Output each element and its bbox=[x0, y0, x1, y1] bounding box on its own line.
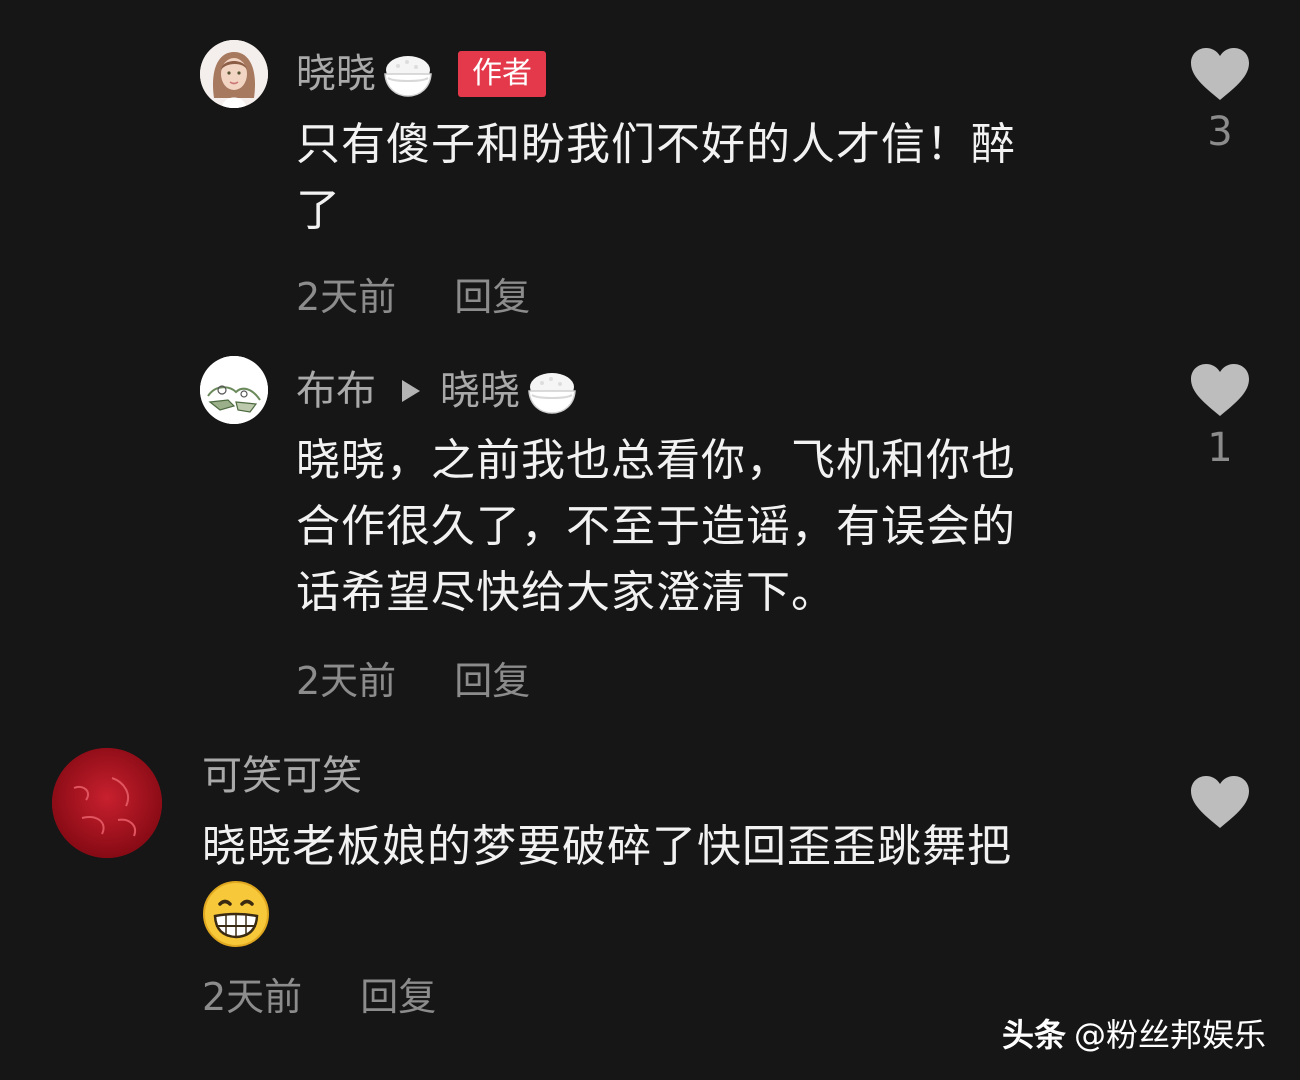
comment-time: 2天前 bbox=[202, 975, 303, 1019]
reply-button[interactable]: 回复 bbox=[360, 966, 436, 1021]
comment-3: 可笑可笑 晓晓老板娘的梦要破碎了快回歪歪跳舞把 2天前 回复 bbox=[0, 0, 1300, 1040]
comment-text: 晓晓老板娘的梦要破碎了快回歪歪跳舞把 bbox=[202, 814, 1142, 950]
username[interactable]: 可笑可笑 bbox=[202, 746, 362, 806]
heart-icon bbox=[1191, 776, 1249, 828]
comment-header: 可笑可笑 bbox=[202, 746, 362, 806]
watermark-account: @粉丝邦娱乐 bbox=[1073, 1016, 1266, 1054]
comment-text-line: 晓晓老板娘的梦要破碎了快回歪歪跳舞把 bbox=[202, 821, 1012, 872]
comment-meta: 2天前 回复 bbox=[202, 966, 436, 1021]
grinning-face-emoji bbox=[202, 880, 270, 967]
red-fu-icon bbox=[52, 748, 162, 858]
watermark-brand: 头条 bbox=[1001, 1016, 1066, 1054]
watermark: 头条 @粉丝邦娱乐 bbox=[1002, 1010, 1266, 1056]
user-avatar[interactable] bbox=[52, 748, 162, 858]
like-button[interactable] bbox=[1180, 774, 1260, 830]
comment-emoji-line bbox=[202, 880, 1142, 950]
